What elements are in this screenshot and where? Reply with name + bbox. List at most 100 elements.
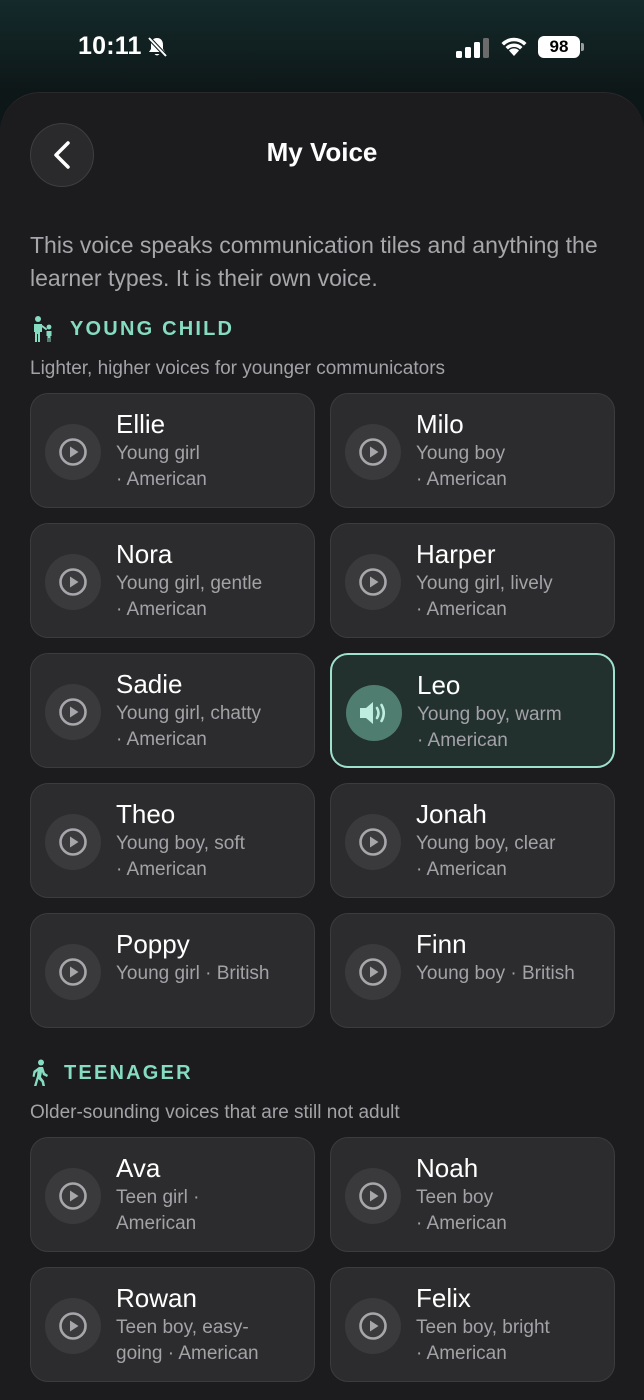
voice-tile-harper[interactable]: Harper Young girl, lively · American [330, 523, 615, 638]
play-button[interactable] [45, 814, 101, 870]
voice-tile-text: Noah Teen boy · American [416, 1152, 606, 1237]
play-button[interactable] [45, 1298, 101, 1354]
play-button[interactable] [345, 814, 401, 870]
voice-tile-text: Felix Teen boy, bright · American [416, 1282, 606, 1367]
play-circle-icon [59, 568, 87, 596]
voice-name: Rowan [116, 1283, 197, 1313]
battery-tip [581, 43, 584, 51]
status-time: 10:11 [78, 32, 142, 60]
voice-description: Young boy · British [416, 963, 575, 984]
voice-tile-leo[interactable]: Leo Young boy, warm · American [330, 653, 615, 768]
voice-name: Theo [116, 799, 176, 829]
voice-tile-theo[interactable]: Theo Young boy, soft · American [30, 783, 315, 898]
voice-tile-text: Harper Young girl, lively · American [416, 538, 606, 623]
section-header-young-child: YOUNG CHILD [30, 315, 234, 343]
voice-name: Poppy [116, 929, 190, 959]
play-circle-icon [359, 1312, 387, 1340]
wifi-icon [501, 37, 527, 56]
speaker-playing-icon [360, 702, 386, 724]
voice-description: Young girl, gentle · American [116, 573, 263, 620]
voice-description: Young boy, clear · American [416, 833, 556, 880]
play-button[interactable] [45, 684, 101, 740]
play-button[interactable] [45, 1168, 101, 1224]
play-button[interactable] [345, 944, 401, 1000]
voice-tile-nora[interactable]: Nora Young girl, gentle · American [30, 523, 315, 638]
voice-name: Ellie [116, 409, 166, 439]
voice-tile-noah[interactable]: Noah Teen boy · American [330, 1137, 615, 1252]
play-button[interactable] [45, 424, 101, 480]
voice-tile-ellie[interactable]: Ellie Young girl · American [30, 393, 315, 508]
page-title: My Voice [266, 137, 378, 167]
play-circle-icon [59, 958, 87, 986]
voice-name: Jonah [416, 799, 487, 829]
voice-tile-ava[interactable]: Ava Teen girl · American [30, 1137, 315, 1252]
parent-child-icon [34, 316, 52, 342]
play-circle-icon [59, 828, 87, 856]
voice-tile-felix[interactable]: Felix Teen boy, bright · American [330, 1267, 615, 1382]
voice-tile-text: Jonah Young boy, clear · American [416, 798, 606, 883]
voice-description: Young boy, soft · American [116, 833, 245, 880]
voice-tile-milo[interactable]: Milo Young boy · American [330, 393, 615, 508]
voice-tile-text: Sadie Young girl, chatty · American [116, 668, 306, 753]
voice-name: Noah [416, 1153, 479, 1183]
status-bar: 10:11 98 [0, 0, 644, 92]
voice-name: Finn [416, 929, 467, 959]
section-label: YOUNG CHILD [70, 317, 235, 340]
voice-tile-rowan[interactable]: Rowan Teen boy, easy- going · American [30, 1267, 315, 1382]
voice-name: Ava [116, 1153, 161, 1183]
voice-name: Harper [416, 539, 496, 569]
play-circle-icon [359, 958, 387, 986]
voice-tile-sadie[interactable]: Sadie Young girl, chatty · American [30, 653, 315, 768]
voice-name: Leo [417, 670, 461, 700]
play-button[interactable] [345, 554, 401, 610]
play-button[interactable] [345, 1298, 401, 1354]
voice-grid-young-child: Ellie Young girl · American Milo Young boy … [30, 393, 615, 1028]
section-label: TEENAGER [64, 1061, 193, 1084]
play-circle-icon [359, 438, 387, 466]
voice-description: Teen girl · American [116, 1187, 200, 1234]
voice-name: Sadie [116, 669, 183, 699]
voice-description: Young girl, lively · American [416, 573, 553, 620]
play-circle-icon [359, 568, 387, 596]
play-circle-icon [359, 828, 387, 856]
voice-grid-teenager: Ava Teen girl · American Noah Teen boy · Am… [30, 1137, 615, 1382]
play-circle-icon [59, 1182, 87, 1210]
battery-level: 98 [538, 36, 580, 58]
voice-tile-text: Nora Young girl, gentle · American [116, 538, 306, 623]
cellular-signal-icon [456, 38, 489, 58]
play-circle-icon [59, 1312, 87, 1340]
play-circle-icon [59, 438, 87, 466]
voice-description: Teen boy, easy- going · American [116, 1317, 259, 1364]
voice-name: Felix [416, 1283, 471, 1313]
voice-tile-text: Finn Young boy · British [416, 928, 606, 987]
voice-tile-text: Poppy Young girl · British [116, 928, 306, 987]
voice-name: Milo [416, 409, 464, 439]
voice-description: Teen boy · American [416, 1187, 507, 1234]
play-circle-icon [59, 698, 87, 726]
voice-tile-finn[interactable]: Finn Young boy · British [330, 913, 615, 1028]
bell-muted-icon [147, 36, 168, 58]
play-button[interactable] [45, 944, 101, 1000]
play-circle-icon [359, 1182, 387, 1210]
section-description: Older-sounding voices that are still not… [30, 1102, 400, 1123]
voice-tile-text: Leo Young boy, warm · American [417, 669, 607, 754]
voice-description: Young boy, warm · American [417, 704, 562, 751]
voice-tile-text: Milo Young boy · American [416, 408, 606, 493]
section-description: Lighter, higher voices for younger commu… [30, 358, 446, 379]
play-button[interactable] [45, 554, 101, 610]
voice-description: Teen boy, bright · American [416, 1317, 550, 1364]
voice-sheet: My Voice This voice speaks communication… [0, 92, 644, 1400]
voice-tile-text: Ava Teen girl · American [116, 1152, 306, 1237]
voice-name: Nora [116, 539, 173, 569]
voice-tile-jonah[interactable]: Jonah Young boy, clear · American [330, 783, 615, 898]
voice-description: Young girl · American [116, 443, 207, 490]
voice-tile-poppy[interactable]: Poppy Young girl · British [30, 913, 315, 1028]
voice-description: Young boy · American [416, 443, 507, 490]
voice-description: Young girl · British [116, 963, 270, 984]
intro-text: This voice speaks communication tiles an… [30, 232, 598, 291]
voice-tile-text: Rowan Teen boy, easy- going · American [116, 1282, 306, 1367]
walking-person-icon [32, 1059, 48, 1086]
play-button[interactable] [345, 424, 401, 480]
speaker-button[interactable] [346, 685, 402, 741]
play-button[interactable] [345, 1168, 401, 1224]
